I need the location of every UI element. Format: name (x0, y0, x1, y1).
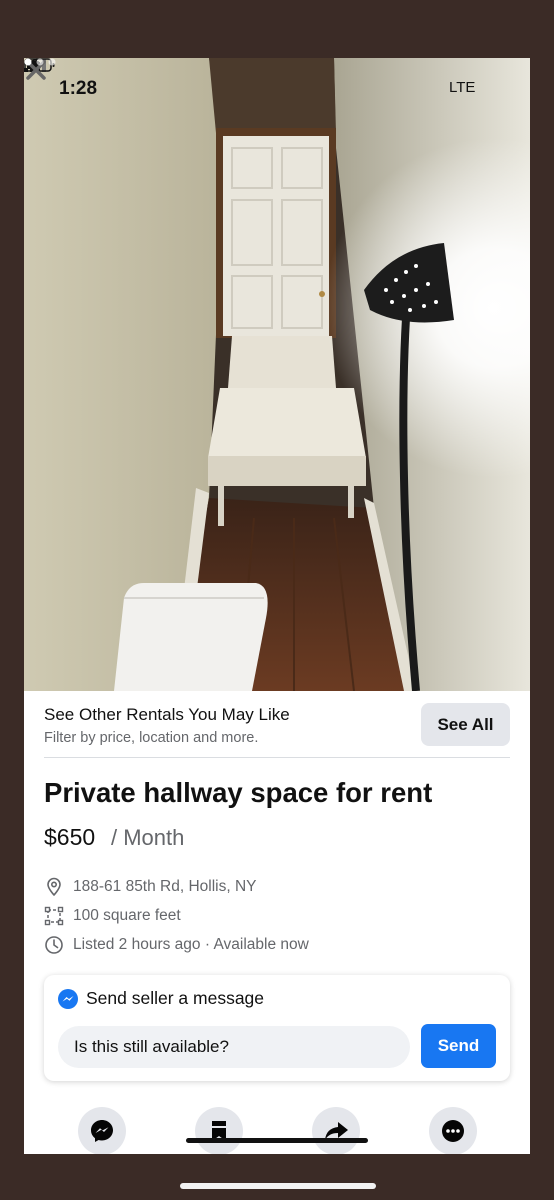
message-heading-text: Send seller a message (86, 988, 265, 1008)
more-icon (442, 1120, 464, 1142)
message-input[interactable] (58, 1026, 410, 1068)
status-time: 1:28 (59, 78, 98, 99)
messenger-icon (91, 1120, 113, 1142)
price-period: / Month (111, 825, 185, 850)
clock-icon (45, 936, 63, 954)
other-rentals-title: See Other Rentals You May Like (44, 705, 290, 724)
message-seller-card: Send seller a message Send (44, 975, 510, 1081)
share-action-button[interactable] (312, 1107, 360, 1154)
listing-price: $650 (44, 824, 96, 850)
home-indicator[interactable] (186, 1138, 368, 1143)
listing-size: 100 square feet (73, 907, 181, 924)
message-action-button[interactable] (78, 1107, 126, 1154)
listing-photo[interactable]: 1:28 LTE (24, 58, 530, 691)
phone-screen: 1:28 LTE See Other Rentals You May Like … (24, 58, 530, 1154)
listing-size-row: 100 square feet (44, 905, 181, 927)
other-rentals-banner: See Other Rentals You May Like Filter by… (24, 691, 530, 757)
message-seller-heading: Send seller a message (58, 988, 264, 1009)
status-bar: 1:28 LTE (24, 58, 530, 118)
divider (44, 757, 510, 758)
photo-pagination-dots[interactable] (24, 58, 58, 66)
listing-time: Listed 2 hours ago · Available now (73, 936, 309, 953)
network-label: LTE (449, 79, 476, 96)
outer-home-indicator (180, 1183, 376, 1189)
action-bar (24, 1107, 530, 1154)
listing-time-row: Listed 2 hours ago · Available now (44, 934, 309, 956)
save-action-button[interactable] (195, 1107, 243, 1154)
more-action-button[interactable] (429, 1107, 477, 1154)
listing-title: Private hallway space for rent (44, 777, 433, 808)
send-button[interactable]: Send (421, 1024, 496, 1068)
hallway-photo-illustration (24, 58, 530, 691)
other-rentals-subtitle: Filter by price, location and more. (44, 730, 259, 746)
messenger-icon (58, 988, 78, 1009)
location-pin-icon (47, 877, 61, 897)
listing-address-row: 188-61 85th Rd, Hollis, NY (44, 876, 257, 898)
listing-address[interactable]: 188-61 85th Rd, Hollis, NY (73, 878, 257, 896)
see-all-button[interactable]: See All (421, 703, 510, 746)
area-size-icon (44, 906, 64, 926)
